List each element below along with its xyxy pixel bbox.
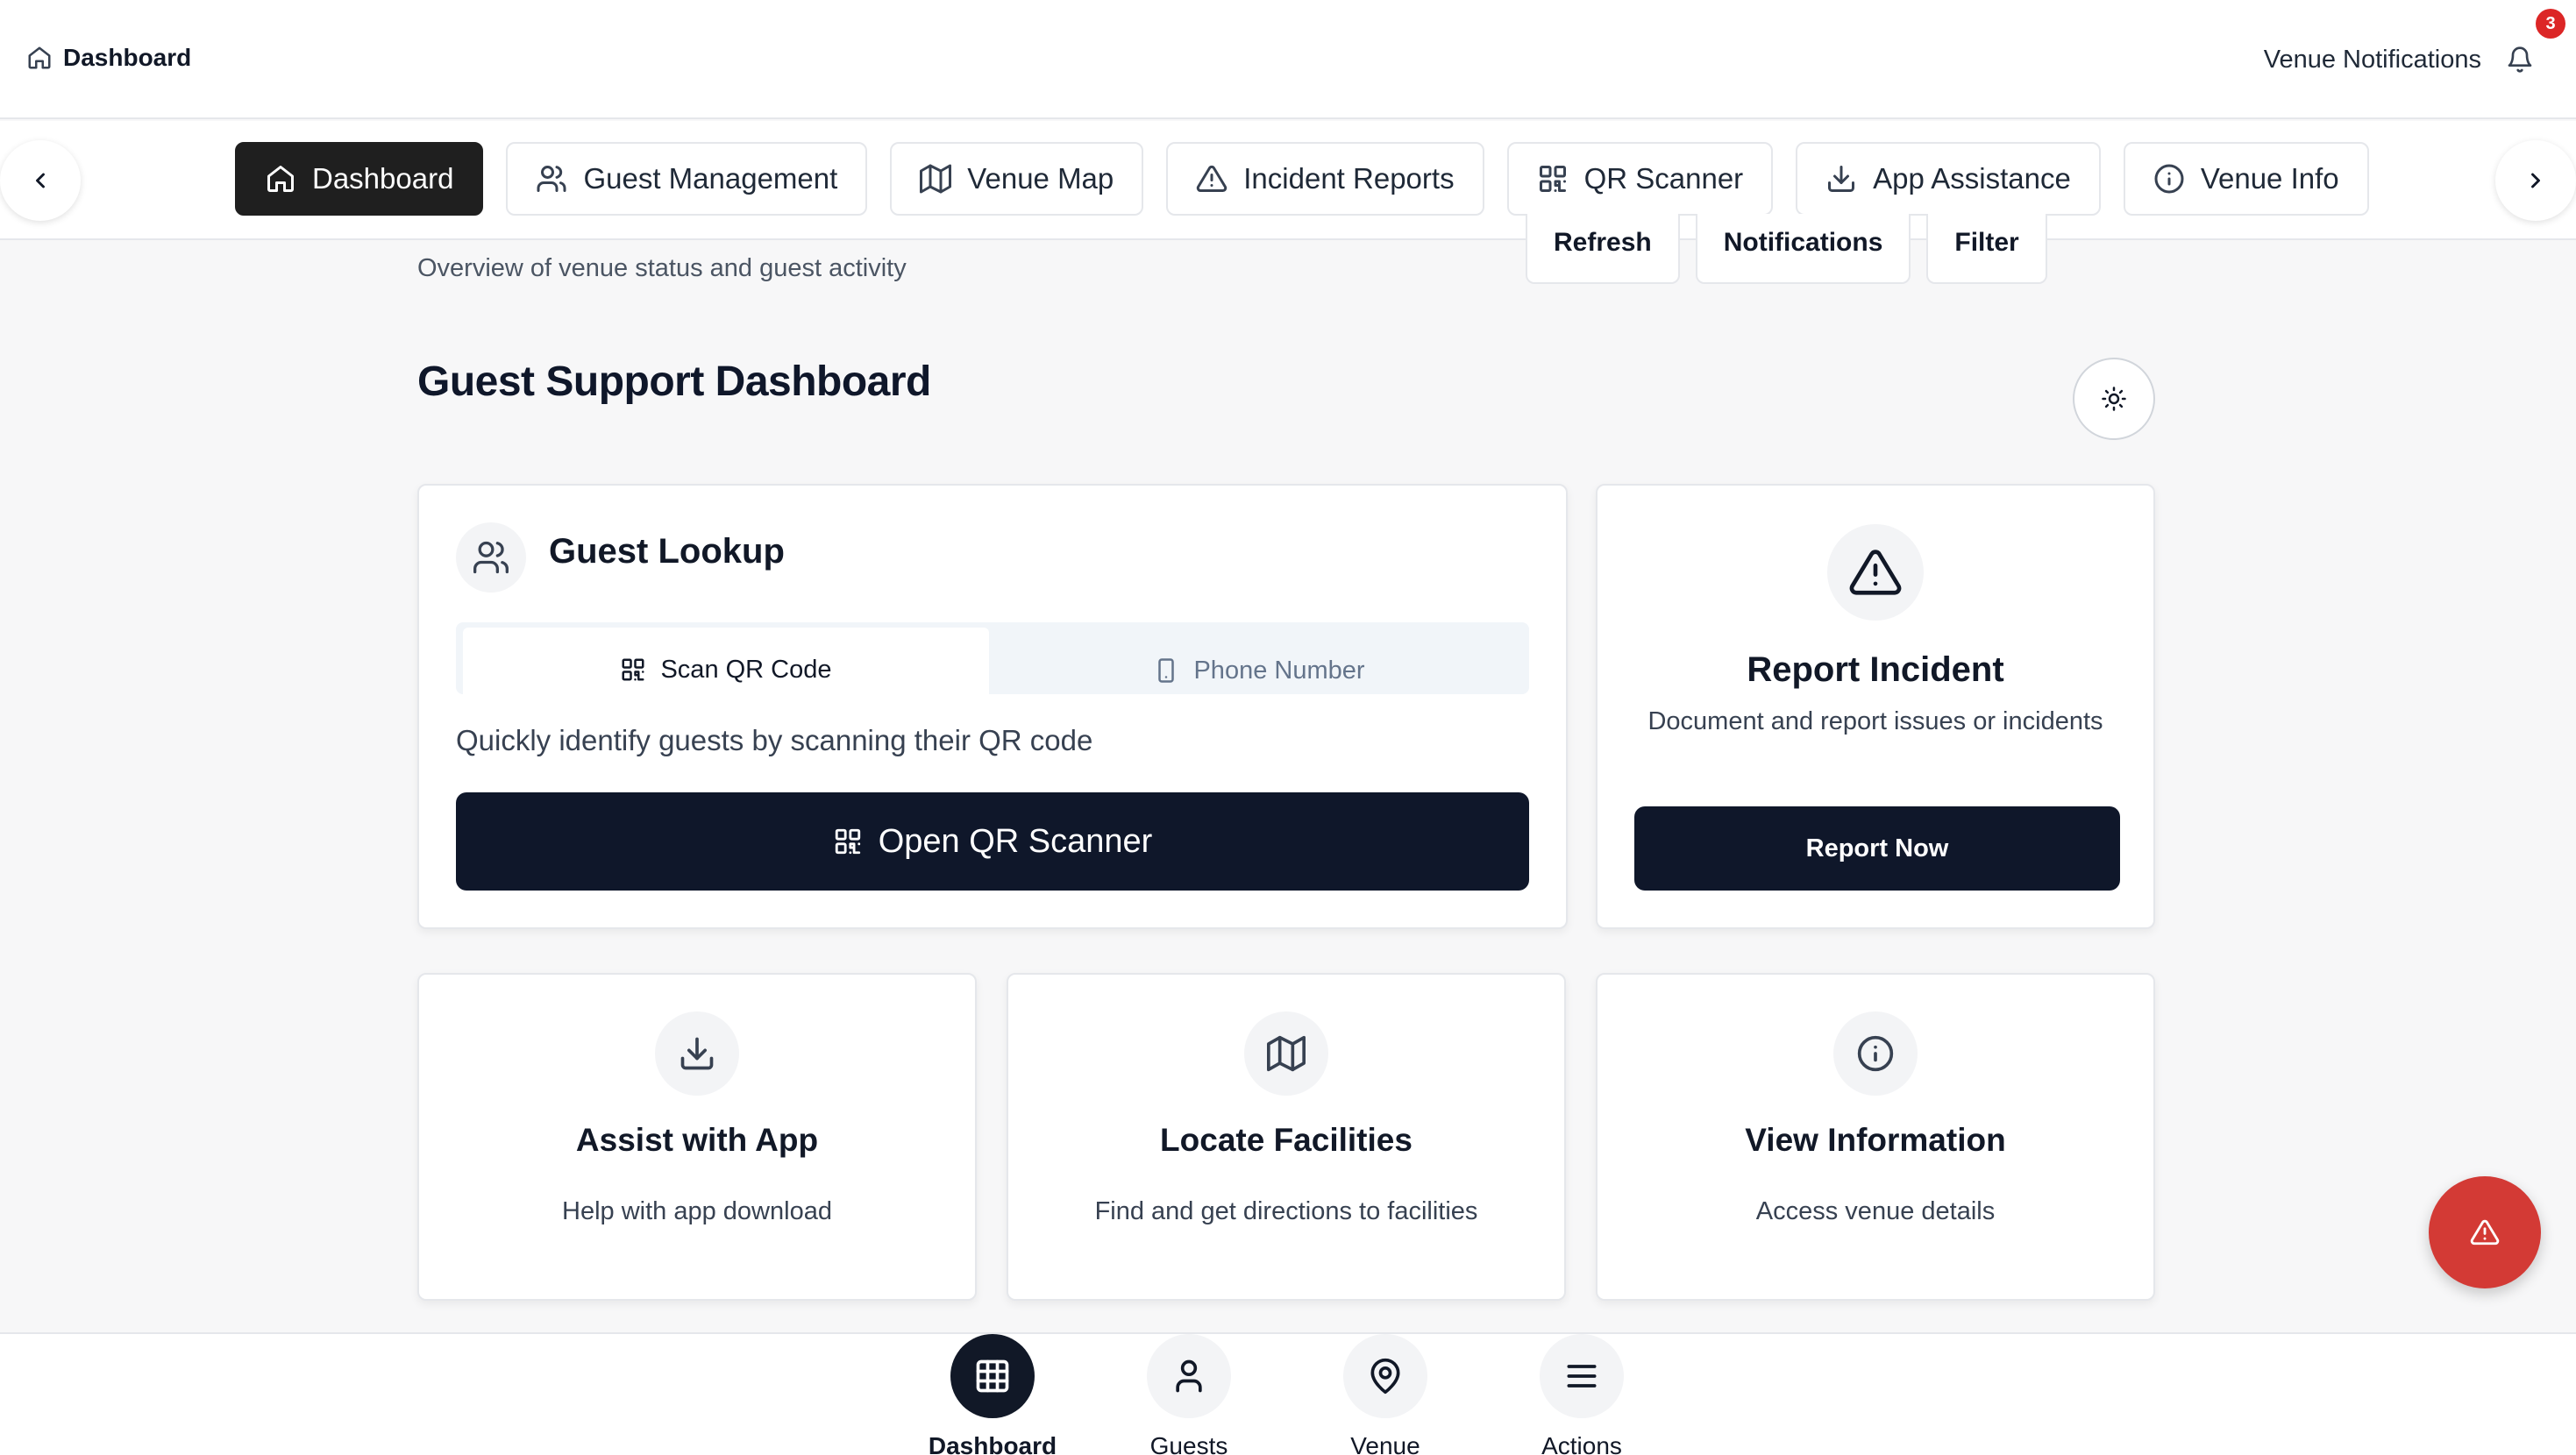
info-icon [1833, 1011, 1918, 1096]
tab-label: Dashboard [312, 162, 454, 195]
menu-icon [1540, 1334, 1624, 1418]
qr-code-icon [1537, 163, 1569, 195]
view-information-card[interactable]: View Information Access venue details [1596, 973, 2155, 1301]
users-icon [456, 522, 526, 593]
card-title: Locate Facilities [1160, 1122, 1413, 1158]
sun-icon [2101, 386, 2127, 412]
filter-button[interactable]: Filter [1926, 214, 2047, 284]
notifications-area[interactable]: Venue Notifications 3 [2263, 9, 2565, 77]
tab-qr-scanner[interactable]: QR Scanner [1506, 142, 1774, 216]
assist-with-app-card[interactable]: Assist with App Help with app download [417, 973, 977, 1301]
card-description: Help with app download [562, 1197, 832, 1225]
lookup-mode-switch: Scan QR Code Phone Number [456, 622, 1529, 712]
report-incident-card: Report Incident Document and report issu… [1596, 484, 2155, 929]
qr-code-icon [620, 657, 646, 683]
tab-label: QR Scanner [1583, 162, 1744, 195]
report-incident-title: Report Incident [1747, 650, 2004, 689]
guest-lookup-description: Quickly identify guests by scanning thei… [456, 724, 1093, 756]
card-description: Find and get directions to facilities [1094, 1197, 1478, 1225]
map-icon [920, 163, 952, 195]
nav-bar: Dashboard Guest Management Venue Map Inc… [0, 121, 2576, 240]
map-icon [1244, 1011, 1328, 1096]
bottom-nav-guests[interactable]: Guests [1128, 1334, 1250, 1455]
tab-phone-number[interactable]: Phone Number [996, 622, 1522, 719]
bottom-nav: Dashboard Guests Venue Actions [0, 1332, 2576, 1455]
page-subtitle: Overview of venue status and guest activ… [417, 254, 907, 282]
nav-tabs: Dashboard Guest Management Venue Map Inc… [235, 142, 2369, 216]
alert-triangle-icon [2470, 1217, 2500, 1247]
tab-label: Scan QR Code [660, 655, 832, 684]
tab-guest-management[interactable]: Guest Management [506, 142, 868, 216]
guest-lookup-card: Guest Lookup Scan QR Code Phone Number Q… [417, 484, 1568, 929]
home-icon [26, 45, 53, 71]
tab-scan-qr-code[interactable]: Scan QR Code [463, 628, 989, 712]
bottom-nav-label: Venue [1350, 1432, 1420, 1455]
app-title-label: Dashboard [63, 44, 192, 71]
tab-label: Venue Info [2200, 162, 2339, 195]
header-actions: Refresh Notifications Filter [1526, 214, 2047, 284]
refresh-button[interactable]: Refresh [1526, 214, 1680, 284]
map-pin-icon [1343, 1334, 1427, 1418]
bottom-nav-actions[interactable]: Actions [1520, 1334, 1643, 1455]
page-title: Guest Support Dashboard [417, 358, 931, 405]
tab-label: Venue Map [967, 162, 1114, 195]
bottom-nav-venue[interactable]: Venue [1324, 1334, 1447, 1455]
grid-icon [950, 1334, 1035, 1418]
open-qr-scanner-button[interactable]: Open QR Scanner [456, 792, 1529, 891]
home-icon [265, 163, 296, 195]
bottom-nav-label: Dashboard [928, 1432, 1057, 1455]
top-bar: Dashboard Venue Notifications 3 [0, 0, 2576, 119]
bottom-nav-label: Guests [1149, 1432, 1228, 1455]
tab-app-assistance[interactable]: App Assistance [1796, 142, 2101, 216]
locate-facilities-card[interactable]: Locate Facilities Find and get direction… [1007, 973, 1566, 1301]
chevron-right-icon [2523, 168, 2548, 193]
card-title: Assist with App [575, 1122, 819, 1158]
tab-label: App Assistance [1873, 162, 2071, 195]
guest-lookup-title: Guest Lookup [549, 531, 785, 571]
bottom-nav-label: Actions [1541, 1432, 1622, 1455]
chevron-left-icon [28, 168, 53, 193]
download-icon [1825, 163, 1857, 195]
notifications-button[interactable]: Notifications [1695, 214, 1911, 284]
tab-dashboard[interactable]: Dashboard [235, 142, 484, 216]
download-icon [655, 1011, 739, 1096]
app-title[interactable]: Dashboard [26, 44, 191, 72]
users-icon [536, 163, 567, 195]
qr-code-icon [833, 827, 863, 856]
info-icon [2153, 163, 2185, 195]
button-label: Open QR Scanner [878, 822, 1153, 860]
smartphone-icon [1153, 657, 1179, 684]
tab-label: Incident Reports [1243, 162, 1455, 195]
tab-label: Guest Management [583, 162, 838, 195]
tab-venue-map[interactable]: Venue Map [890, 142, 1144, 216]
scroll-right-button[interactable] [2495, 140, 2576, 221]
card-description: Access venue details [1755, 1197, 1996, 1225]
alert-triangle-icon [1196, 163, 1228, 195]
report-incident-description: Document and report issues or incidents [1647, 707, 2103, 735]
notification-count-badge: 3 [2536, 9, 2565, 39]
user-icon [1147, 1334, 1231, 1418]
report-now-button[interactable]: Report Now [1634, 806, 2120, 891]
alert-triangle-icon [1827, 524, 1924, 621]
bottom-nav-dashboard[interactable]: Dashboard [928, 1334, 1057, 1455]
tab-venue-info[interactable]: Venue Info [2123, 142, 2369, 216]
card-title: View Information [1745, 1122, 2006, 1158]
bell-icon[interactable]: 3 [2502, 9, 2565, 77]
theme-toggle-button[interactable] [2073, 358, 2155, 440]
notifications-label: Venue Notifications [2263, 45, 2481, 74]
emergency-alert-button[interactable] [2429, 1176, 2541, 1288]
guest-lookup-header: Guest Lookup [456, 522, 785, 593]
tab-label: Phone Number [1193, 656, 1365, 685]
tab-incident-reports[interactable]: Incident Reports [1166, 142, 1484, 216]
scroll-left-button[interactable] [0, 140, 81, 221]
